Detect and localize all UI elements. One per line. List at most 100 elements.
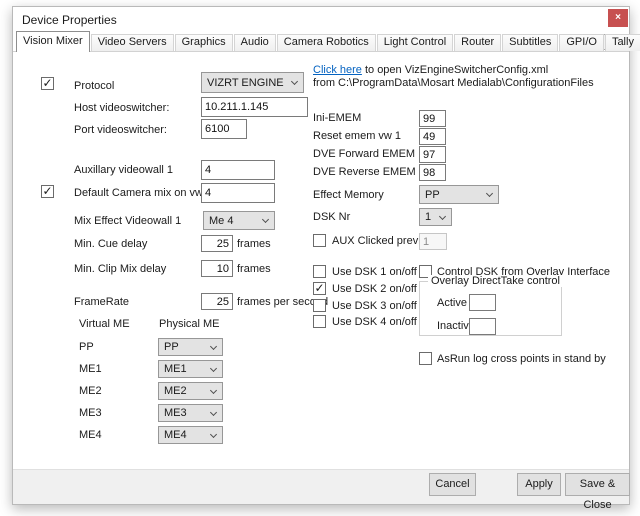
mix-effect-label: Mix Effect Videowall 1 xyxy=(74,215,181,228)
use-dsk-4-checkbox[interactable] xyxy=(313,315,326,328)
chevron-down-icon xyxy=(262,216,269,223)
mix-effect-select[interactable]: Me 4 xyxy=(203,211,275,230)
tab-gpio[interactable]: GPI/O xyxy=(559,34,604,51)
virtual-me3-label: ME3 xyxy=(79,407,102,420)
protocol-checkbox[interactable] xyxy=(41,77,54,90)
tab-audio[interactable]: Audio xyxy=(234,34,276,51)
dsk-nr-value: 1 xyxy=(425,211,431,223)
close-icon: × xyxy=(615,13,621,23)
min-clip-delay-label: Min. Clip Mix delay xyxy=(74,263,166,276)
framerate-input[interactable] xyxy=(201,293,233,310)
dsk-nr-select[interactable]: 1 xyxy=(419,208,452,226)
physical-me2-value: ME2 xyxy=(164,385,187,397)
effect-memory-select[interactable]: PP xyxy=(419,185,499,204)
physical-me4-select[interactable]: ME4 xyxy=(158,426,223,444)
reset-emem-input[interactable] xyxy=(419,128,446,145)
tab-subtitles[interactable]: Subtitles xyxy=(502,34,558,51)
virtual-me1-label: ME1 xyxy=(79,363,102,376)
min-cue-delay-unit: frames xyxy=(237,238,271,251)
cancel-button[interactable]: Cancel xyxy=(429,473,476,496)
use-dsk-1-checkbox[interactable] xyxy=(313,265,326,278)
use-dsk-2-label: Use DSK 2 on/off xyxy=(332,283,417,296)
chevron-down-icon xyxy=(486,190,493,197)
physical-me-pp-value: PP xyxy=(164,341,179,353)
protocol-select[interactable]: VIZRT ENGINE xyxy=(201,72,304,93)
config-xml-link-suffix: to open VizEngineSwitcherConfig.xml xyxy=(362,64,548,76)
chevron-down-icon xyxy=(210,364,217,371)
tab-router[interactable]: Router xyxy=(454,34,501,51)
chevron-down-icon xyxy=(291,78,298,85)
virtual-me2-label: ME2 xyxy=(79,385,102,398)
effect-memory-value: PP xyxy=(425,189,440,201)
physical-me1-value: ME1 xyxy=(164,363,187,375)
config-xml-link[interactable]: Click here xyxy=(313,64,362,76)
framerate-label: FrameRate xyxy=(74,296,129,309)
asrun-log-checkbox[interactable] xyxy=(419,352,432,365)
use-dsk-4-label: Use DSK 4 on/off xyxy=(332,316,417,329)
aux-clicked-preview-checkbox[interactable] xyxy=(313,234,326,247)
physical-me-pp-select[interactable]: PP xyxy=(158,338,223,356)
virtual-me4-label: ME4 xyxy=(79,429,102,442)
use-dsk-3-checkbox[interactable] xyxy=(313,299,326,312)
tab-tally[interactable]: Tally xyxy=(605,34,640,51)
aux-clicked-preview-input xyxy=(419,233,447,250)
aux-videowall-input[interactable] xyxy=(201,160,275,180)
physical-me2-select[interactable]: ME2 xyxy=(158,382,223,400)
chevron-down-icon xyxy=(210,386,217,393)
asrun-log-label: AsRun log cross points in stand by xyxy=(437,353,606,366)
footer-bar: Cancel Apply Save & Close xyxy=(13,469,629,504)
tab-light-control[interactable]: Light Control xyxy=(377,34,453,51)
window-title: Device Properties xyxy=(22,13,117,27)
min-clip-delay-input[interactable] xyxy=(201,260,233,277)
virtual-me-header: Virtual ME xyxy=(79,318,130,331)
virtual-me-pp-label: PP xyxy=(79,341,94,354)
physical-me1-select[interactable]: ME1 xyxy=(158,360,223,378)
use-dsk-3-label: Use DSK 3 on/off xyxy=(332,300,417,313)
close-button[interactable]: × xyxy=(608,9,628,27)
config-xml-path: from C:\ProgramData\Mosart Medialab\Conf… xyxy=(313,77,594,90)
config-xml-line: Click here to open VizEngineSwitcherConf… xyxy=(313,64,548,77)
host-videoswitcher-input[interactable] xyxy=(201,97,308,117)
port-label: Port videoswitcher: xyxy=(74,124,167,137)
overlay-inactive-input[interactable] xyxy=(469,318,496,335)
dve-reverse-emem-input[interactable] xyxy=(419,164,446,181)
effect-memory-label: Effect Memory xyxy=(313,189,384,202)
aux-videowall-label: Auxillary videowall 1 xyxy=(74,164,173,177)
physical-me3-select[interactable]: ME3 xyxy=(158,404,223,422)
chevron-down-icon xyxy=(210,430,217,437)
min-cue-delay-label: Min. Cue delay xyxy=(74,238,147,251)
apply-button[interactable]: Apply xyxy=(517,473,561,496)
device-properties-dialog: Device Properties × Vision Mixer Video S… xyxy=(12,6,630,505)
physical-me-header: Physical ME xyxy=(159,318,220,331)
tab-strip: Vision Mixer Video Servers Graphics Audi… xyxy=(16,32,640,51)
ini-emem-label: Ini-EMEM xyxy=(313,112,361,125)
default-camera-input[interactable] xyxy=(201,183,275,203)
port-videoswitcher-input[interactable] xyxy=(201,119,247,139)
overlay-active-label: Active xyxy=(437,297,467,310)
overlay-directtake-group-title: Overlay DirectTake control xyxy=(428,275,563,287)
min-clip-delay-unit: frames xyxy=(237,263,271,276)
ini-emem-input[interactable] xyxy=(419,110,446,127)
dsk-nr-label: DSK Nr xyxy=(313,211,350,224)
default-camera-checkbox[interactable] xyxy=(41,185,54,198)
use-dsk-2-checkbox[interactable] xyxy=(313,282,326,295)
min-cue-delay-input[interactable] xyxy=(201,235,233,252)
protocol-select-value: VIZRT ENGINE xyxy=(207,77,284,89)
tab-graphics[interactable]: Graphics xyxy=(175,34,233,51)
use-dsk-1-label: Use DSK 1 on/off xyxy=(332,266,417,279)
chevron-down-icon xyxy=(210,342,217,349)
host-label: Host videoswitcher: xyxy=(74,102,169,115)
tab-video-servers[interactable]: Video Servers xyxy=(91,34,174,51)
save-close-button[interactable]: Save & Close xyxy=(565,473,630,496)
dve-reverse-emem-label: DVE Reverse EMEM xyxy=(313,166,416,179)
protocol-label: Protocol xyxy=(74,80,114,93)
physical-me4-value: ME4 xyxy=(164,429,187,441)
tab-camera-robotics[interactable]: Camera Robotics xyxy=(277,34,376,51)
chevron-down-icon xyxy=(210,408,217,415)
tab-vision-mixer[interactable]: Vision Mixer xyxy=(16,31,90,52)
reset-emem-label: Reset emem vw 1 xyxy=(313,130,401,143)
title-bar: Device Properties × xyxy=(13,7,629,32)
overlay-active-input[interactable] xyxy=(469,294,496,311)
tabstrip-baseline xyxy=(13,51,629,52)
dve-forward-emem-input[interactable] xyxy=(419,146,446,163)
